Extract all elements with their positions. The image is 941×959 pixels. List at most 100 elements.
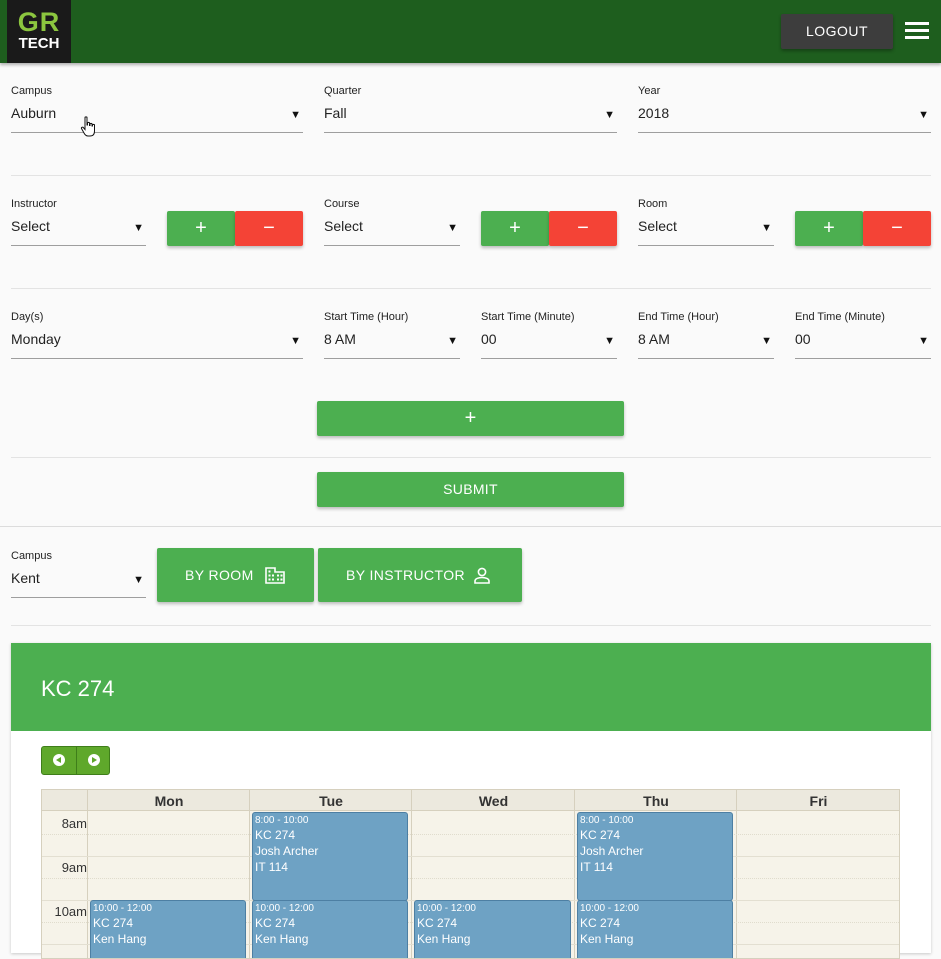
event-time: 10:00 - 12:00 <box>255 903 314 914</box>
dropdown-arrow-icon: ▼ <box>447 335 458 347</box>
remove-course-button[interactable]: − <box>549 211 617 246</box>
year-select[interactable]: Year 2018 ▼ <box>638 85 931 140</box>
calendar-event[interactable]: 10:00 - 12:00 KC 274 Ken Hang <box>414 900 571 958</box>
event-room: KC 274 <box>580 828 621 842</box>
end-minute-select[interactable]: End Time (Minute) 00 ▼ <box>795 311 931 366</box>
start-hour-value: 8 AM <box>324 331 356 347</box>
section-divider <box>0 526 941 527</box>
quarter-select[interactable]: Quarter Fall ▼ <box>324 85 617 140</box>
divider <box>11 175 931 176</box>
day-header-fri: Fri <box>809 793 828 809</box>
add-room-button[interactable]: + <box>795 211 863 246</box>
dropdown-arrow-icon: ▼ <box>290 109 301 121</box>
event-time: 10:00 - 12:00 <box>93 903 152 914</box>
grid-line <box>411 790 412 958</box>
calendar-event[interactable]: 10:00 - 12:00 KC 274 Ken Hang <box>252 900 408 958</box>
day-header-mon: Mon <box>154 793 184 809</box>
arrow-right-icon <box>88 754 100 766</box>
instructor-value: Select <box>11 218 50 234</box>
grid-line <box>87 790 88 958</box>
instructor-label: Instructor <box>11 198 57 210</box>
dropdown-arrow-icon: ▼ <box>447 222 458 234</box>
prev-week-button[interactable] <box>42 747 76 774</box>
gr-tech-logo[interactable]: GR TECH <box>7 0 71 63</box>
time-label-10am: 10am <box>54 904 87 919</box>
event-course: IT 114 <box>255 860 288 874</box>
hand-pointer-cursor-icon <box>80 116 95 137</box>
day-header-wed: Wed <box>478 793 509 809</box>
days-value: Monday <box>11 331 61 347</box>
view-campus-select[interactable]: Campus Kent ▼ <box>11 550 146 605</box>
room-select[interactable]: Room Select ▼ <box>638 198 774 253</box>
add-course-button[interactable]: + <box>481 211 549 246</box>
divider <box>11 625 931 626</box>
calendar-event[interactable]: 10:00 - 12:00 KC 274 Ken Hang <box>577 900 733 958</box>
dropdown-arrow-icon: ▼ <box>918 335 929 347</box>
event-instructor: Josh Archer <box>255 844 319 858</box>
logo-text-bottom: TECH <box>18 35 60 52</box>
end-hour-select[interactable]: End Time (Hour) 8 AM ▼ <box>638 311 774 366</box>
grid-line <box>574 790 575 958</box>
quarter-value: Fall <box>324 105 347 121</box>
divider <box>11 288 931 289</box>
add-time-slot-button[interactable]: + <box>317 401 624 436</box>
event-time: 10:00 - 12:00 <box>417 903 476 914</box>
dropdown-arrow-icon: ▼ <box>761 222 772 234</box>
time-label-9am: 9am <box>61 860 87 875</box>
grid-line <box>736 790 737 958</box>
calendar-event[interactable]: 8:00 - 10:00 KC 274 Josh Archer IT 114 <box>252 812 408 901</box>
event-time: 8:00 - 10:00 <box>255 815 309 826</box>
by-room-button[interactable]: BY ROOM <box>157 548 314 602</box>
end-minute-label: End Time (Minute) <box>795 311 885 323</box>
day-header-tue: Tue <box>319 793 343 809</box>
by-instructor-button[interactable]: BY INSTRUCTOR <box>318 548 522 602</box>
hamburger-menu-icon[interactable] <box>905 22 929 40</box>
start-hour-select[interactable]: Start Time (Hour) 8 AM ▼ <box>324 311 460 366</box>
dropdown-arrow-icon: ▼ <box>761 335 772 347</box>
campus-value: Auburn <box>11 105 57 121</box>
event-instructor: Josh Archer <box>580 844 644 858</box>
remove-instructor-button[interactable]: − <box>235 211 303 246</box>
start-hour-label: Start Time (Hour) <box>324 311 409 323</box>
event-room: KC 274 <box>93 916 134 930</box>
year-value: 2018 <box>638 105 670 121</box>
day-header-thu: Thu <box>643 793 669 809</box>
end-hour-value: 8 AM <box>638 331 670 347</box>
building-icon <box>265 567 285 584</box>
event-room: KC 274 <box>580 916 621 930</box>
person-icon <box>474 567 490 584</box>
calendar-event[interactable]: 8:00 - 10:00 KC 274 Josh Archer IT 114 <box>577 812 733 901</box>
submit-button[interactable]: SUBMIT <box>317 472 624 507</box>
next-week-button[interactable] <box>76 747 110 774</box>
remove-room-button[interactable]: − <box>863 211 931 246</box>
dropdown-arrow-icon: ▼ <box>290 335 301 347</box>
grid-line <box>42 834 899 835</box>
grid-line <box>42 878 899 879</box>
calendar-event[interactable]: 10:00 - 12:00 KC 274 Ken Hang <box>90 900 246 958</box>
event-time: 10:00 - 12:00 <box>580 903 639 914</box>
quarter-label: Quarter <box>324 85 362 97</box>
dropdown-arrow-icon: ▼ <box>604 335 615 347</box>
event-room: KC 274 <box>417 916 458 930</box>
course-select[interactable]: Course Select ▼ <box>324 198 460 253</box>
add-instructor-button[interactable]: + <box>167 211 235 246</box>
grid-line <box>249 790 250 958</box>
room-value: Select <box>638 218 677 234</box>
view-campus-value: Kent <box>11 570 40 586</box>
logout-button[interactable]: LOGOUT <box>781 14 893 49</box>
campus-label: Campus <box>11 85 52 97</box>
by-room-label: BY ROOM <box>185 567 254 583</box>
room-label: Room <box>638 198 668 210</box>
event-course: IT 114 <box>580 860 613 874</box>
divider <box>11 457 931 458</box>
campus-select[interactable]: Campus Auburn ▼ <box>11 85 303 140</box>
year-label: Year <box>638 85 661 97</box>
time-label-8am: 8am <box>61 816 87 831</box>
start-minute-select[interactable]: Start Time (Minute) 00 ▼ <box>481 311 617 366</box>
days-label: Day(s) <box>11 311 44 323</box>
days-select[interactable]: Day(s) Monday ▼ <box>11 311 303 366</box>
dropdown-arrow-icon: ▼ <box>604 109 615 121</box>
schedule-header: KC 274 <box>11 643 931 731</box>
logo-text-top: GR <box>17 7 61 37</box>
instructor-select[interactable]: Instructor Select ▼ <box>11 198 146 253</box>
